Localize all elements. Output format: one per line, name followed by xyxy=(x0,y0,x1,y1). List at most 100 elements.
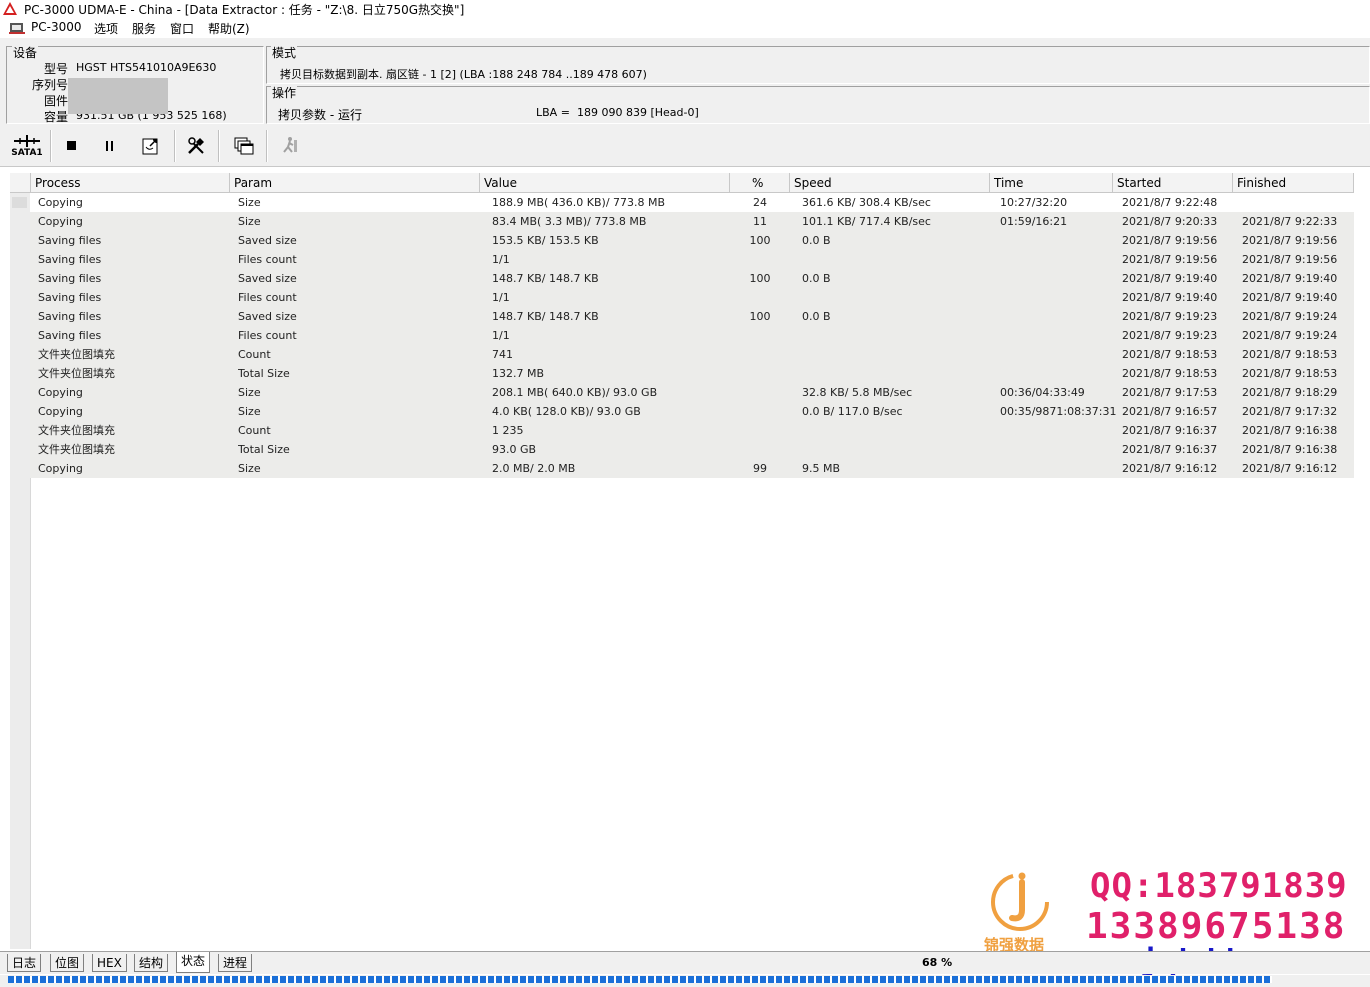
table-row[interactable]: 文件夹位图填充 Total Size 93.0 GB 2021/8/7 9:16:37… xyxy=(30,440,1354,459)
cell-speed: 0.0 B xyxy=(802,272,831,285)
table-row[interactable]: 文件夹位图填充 Count 1 235 2021/8/7 9:16:37 2021/8/… xyxy=(30,421,1354,440)
sata-connector-icon xyxy=(14,135,40,147)
tab-status[interactable]: 状态 xyxy=(176,952,211,973)
cell-started: 2021/8/7 9:16:37 xyxy=(1122,443,1218,456)
header-speed[interactable]: Speed xyxy=(790,173,990,193)
table-row[interactable]: Saving files Files count 1/1 2021/8/7 9:19:… xyxy=(30,288,1354,307)
model-label: 型号 xyxy=(43,62,68,76)
cell-speed xyxy=(802,326,992,345)
header-param[interactable]: Param xyxy=(230,173,480,193)
cell-speed xyxy=(802,345,992,364)
watermark-phone: 13389675138 xyxy=(1086,906,1347,947)
cell-finished: 2021/8/7 9:17:32 xyxy=(1242,405,1338,418)
capacity-label: 容量 xyxy=(43,110,68,124)
table-row[interactable]: Copying Size 2.0 MB/ 2.0 MB 99 9.5 MB 2021/8/… xyxy=(30,459,1354,478)
cell-param: Files count xyxy=(238,329,297,342)
cell-process: Copying xyxy=(38,196,83,209)
cell-speed xyxy=(802,364,992,383)
tab-hex[interactable]: HEX xyxy=(92,954,127,972)
cell-finished: 2021/8/7 9:19:40 xyxy=(1242,272,1338,285)
cell-speed: 0.0 B xyxy=(802,234,831,247)
cell-finished: 2021/8/7 9:18:53 xyxy=(1242,367,1338,380)
cell-percent xyxy=(730,288,790,307)
sata-label: SATA1 xyxy=(11,148,43,158)
menu-service[interactable]: 服务 xyxy=(132,20,156,37)
cell-param: Files count xyxy=(238,291,297,304)
windows-button[interactable] xyxy=(226,130,262,162)
cell-percent xyxy=(730,345,790,364)
table-row[interactable]: Saving files Saved size 153.5 KB/ 153.5 KB… xyxy=(30,231,1354,250)
table-row[interactable]: Copying Size 83.4 MB( 3.3 MB)/ 773.8 MB 11 1… xyxy=(30,212,1354,231)
cell-process: Saving files xyxy=(38,310,102,323)
cell-percent xyxy=(730,250,790,269)
tab-bitmap[interactable]: 位图 xyxy=(50,954,85,972)
stop-icon xyxy=(67,141,76,150)
table-row[interactable]: Copying Size 188.9 MB( 436.0 KB)/ 773.8 MB… xyxy=(30,193,1354,212)
cell-percent xyxy=(730,326,790,345)
menu-options[interactable]: 选项 xyxy=(94,20,118,37)
pc3000-menu-icon xyxy=(9,23,25,34)
table-row[interactable]: 文件夹位图填充 Total Size 132.7 MB 2021/8/7 9:18:5… xyxy=(30,364,1354,383)
sata-port-button[interactable]: SATA1 xyxy=(8,130,46,162)
lba-value: 189 090 839 [Head-0] xyxy=(577,106,699,119)
cell-process: 文件夹位图填充 xyxy=(38,424,115,437)
progress-bar xyxy=(0,975,1370,987)
brand-logo-icon xyxy=(991,872,1049,931)
cell-percent xyxy=(730,383,790,402)
header-time[interactable]: Time xyxy=(990,173,1113,193)
table-row[interactable]: Saving files Saved size 148.7 KB/ 148.7 KB… xyxy=(30,269,1354,288)
cell-value: 2.0 MB/ 2.0 MB xyxy=(492,462,576,475)
cell-process: Saving files xyxy=(38,291,102,304)
tab-log[interactable]: 日志 xyxy=(7,954,42,972)
cell-time xyxy=(1000,345,1120,364)
cell-process: 文件夹位图填充 xyxy=(38,367,115,380)
cell-finished: 2021/8/7 9:22:33 xyxy=(1242,215,1338,228)
serial-label: 序列号 xyxy=(31,78,68,92)
table-row[interactable]: Saving files Files count 1/1 2021/8/7 9:19:… xyxy=(30,326,1354,345)
stop-button[interactable] xyxy=(54,130,90,162)
table-row[interactable]: Copying Size 208.1 MB( 640.0 KB)/ 93.0 GB 3… xyxy=(30,383,1354,402)
header-process[interactable]: Process xyxy=(31,173,230,193)
header-finished[interactable]: Finished xyxy=(1233,173,1354,193)
cell-param: Count xyxy=(238,348,271,361)
tools-button[interactable] xyxy=(178,130,214,162)
cell-finished: 2021/8/7 9:18:53 xyxy=(1242,348,1338,361)
cell-process: Copying xyxy=(38,462,83,475)
tab-process[interactable]: 进程 xyxy=(218,954,253,972)
cell-param: Size xyxy=(238,196,261,209)
cell-value: 208.1 MB( 640.0 KB)/ 93.0 GB xyxy=(492,386,658,399)
cascade-windows-icon xyxy=(234,137,254,155)
cell-finished: 2021/8/7 9:16:38 xyxy=(1242,424,1338,437)
window-title: PC-3000 UDMA-E - China - [Data Extractor… xyxy=(24,3,465,17)
cell-param: Saved size xyxy=(238,272,297,285)
cell-value: 153.5 KB/ 153.5 KB xyxy=(492,234,599,247)
header-started[interactable]: Started xyxy=(1113,173,1233,193)
cell-value: 1/1 xyxy=(492,253,510,266)
header-value[interactable]: Value xyxy=(480,173,730,193)
cell-param: Size xyxy=(238,462,261,475)
cell-started: 2021/8/7 9:17:53 xyxy=(1122,386,1218,399)
menu-pc3000[interactable]: PC-3000 xyxy=(31,20,81,34)
table-row[interactable]: Saving files Saved size 148.7 KB/ 148.7 KB… xyxy=(30,307,1354,326)
table-row[interactable]: Copying Size 4.0 KB( 128.0 KB)/ 93.0 GB 0.0… xyxy=(30,402,1354,421)
tab-structure[interactable]: 结构 xyxy=(134,954,169,972)
cell-param: Size xyxy=(238,215,261,228)
cell-started: 2021/8/7 9:19:56 xyxy=(1122,234,1218,247)
cell-time xyxy=(1000,364,1120,383)
export-button[interactable] xyxy=(134,130,170,162)
cell-started: 2021/8/7 9:20:33 xyxy=(1122,215,1218,228)
menu-help[interactable]: 帮助(Z) xyxy=(208,20,250,37)
export-document-icon xyxy=(142,138,158,155)
table-row[interactable]: 文件夹位图填充 Count 741 2021/8/7 9:18:53 2021/8/7 … xyxy=(30,345,1354,364)
pause-icon xyxy=(106,141,113,151)
cell-time xyxy=(1000,307,1120,326)
cell-speed: 9.5 MB xyxy=(802,462,841,475)
cell-time xyxy=(1000,421,1120,440)
run-button[interactable] xyxy=(272,130,308,162)
menu-window[interactable]: 窗口 xyxy=(170,20,194,37)
cell-percent xyxy=(730,440,790,459)
cell-time xyxy=(1000,231,1120,250)
pause-button[interactable] xyxy=(92,130,128,162)
header-percent[interactable]: % xyxy=(730,173,790,193)
table-row[interactable]: Saving files Files count 1/1 2021/8/7 9:19:… xyxy=(30,250,1354,269)
